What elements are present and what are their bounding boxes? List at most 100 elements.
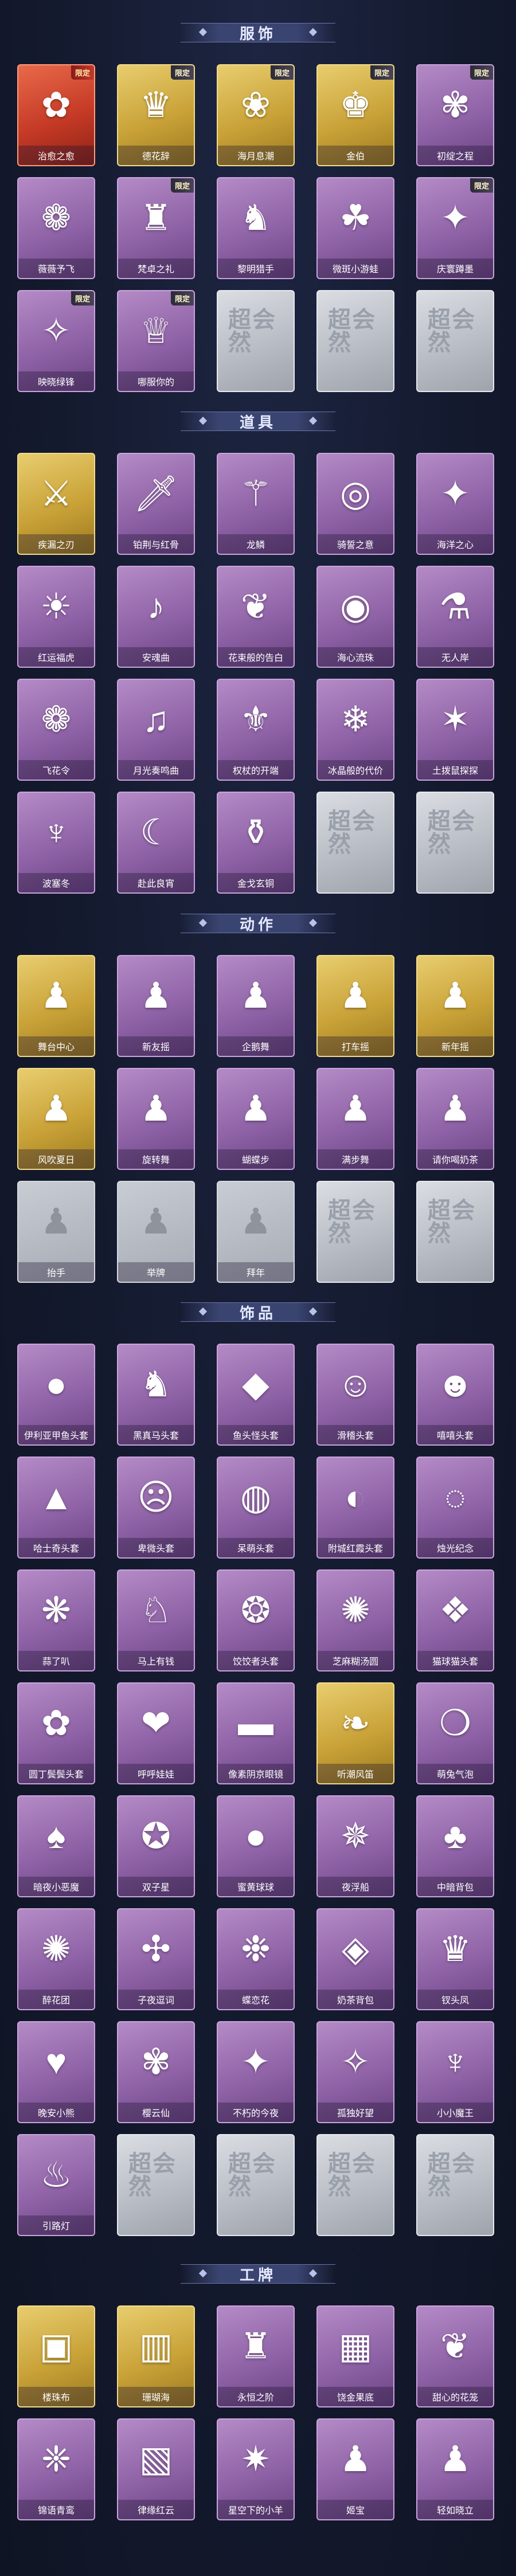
item-card[interactable]: ✵ 夜浮船: [316, 1795, 394, 1897]
item-card[interactable]: ❀ 限定 海月息潮: [217, 64, 295, 166]
item-card[interactable]: ◈ 奶茶背包: [316, 1908, 394, 2010]
item-card[interactable]: ♟ 风吹夏日: [17, 1068, 95, 1170]
item-card[interactable]: ❁ 薇薇予飞: [17, 177, 95, 279]
item-card[interactable]: ✦ 不朽的今夜: [217, 2021, 295, 2123]
item-card[interactable]: ◉ 海心流珠: [316, 566, 394, 668]
item-card[interactable]: ☘ 微斑小游蛙: [316, 177, 394, 279]
item-card[interactable]: ✺ 醉花团: [17, 1908, 95, 2010]
item-card[interactable]: ♠ 暗夜小恶魔: [17, 1795, 95, 1897]
item-card[interactable]: ♟ 抬手: [17, 1181, 95, 1283]
item-card[interactable]: ✾ 樱云仙: [117, 2021, 195, 2123]
item-card[interactable]: ❦ 甜心的花笼: [416, 2305, 494, 2407]
item-card[interactable]: ☀ 红运福虎: [17, 566, 95, 668]
item-card[interactable]: ♘ 马上有钱: [117, 1569, 195, 1671]
item-card[interactable]: ♟ 姬宝: [316, 2418, 394, 2520]
item-card[interactable]: ⚜ 权杖的开端: [217, 679, 295, 781]
locked-slot-card[interactable]: 超会然: [416, 2134, 494, 2236]
item-card[interactable]: ✾ 限定 初绽之程: [416, 64, 494, 166]
item-card[interactable]: ♟ 打车摇: [316, 955, 394, 1057]
item-card[interactable]: ♆ 小小魔王: [416, 2021, 494, 2123]
item-card[interactable]: ✪ 双子星: [117, 1795, 195, 1897]
item-card[interactable]: ▲ 哈士奇头套: [17, 1457, 95, 1559]
item-card[interactable]: ▣ 楼珠布: [17, 2305, 95, 2407]
item-card[interactable]: ❦ 花束般的告白: [217, 566, 295, 668]
item-card[interactable]: ◍ 呆萌头套: [217, 1457, 295, 1559]
item-card[interactable]: ❂ 饺饺者头套: [217, 1569, 295, 1671]
item-card[interactable]: ✶ 土拨鼠探探: [416, 679, 494, 781]
locked-slot-card[interactable]: 超会然: [316, 290, 394, 392]
item-card[interactable]: ⚚ 龙鳞: [217, 453, 295, 555]
item-card[interactable]: ❉ 蝶恋花: [217, 1908, 295, 2010]
locked-slot-card[interactable]: 超会然: [416, 290, 494, 392]
item-card[interactable]: ▦ 饶金果底: [316, 2305, 394, 2407]
item-card[interactable]: ⚔ 疾漏之刃: [17, 453, 95, 555]
item-card[interactable]: ♜ 限定 梵卓之礼: [117, 177, 195, 279]
item-card[interactable]: ♨ 引路灯: [17, 2134, 95, 2236]
item-card[interactable]: ● 蜜黄球球: [217, 1795, 295, 1897]
item-card[interactable]: ⚱ 金戈玄铜: [217, 792, 295, 894]
item-card[interactable]: ✣ 子夜逗词: [117, 1908, 195, 2010]
locked-slot-card[interactable]: 超会然: [316, 1181, 394, 1283]
item-card[interactable]: ❄ 冰晶般的代价: [316, 679, 394, 781]
item-card[interactable]: ♟ 蝴蝶步: [217, 1068, 295, 1170]
item-card[interactable]: ♟ 旋转舞: [117, 1068, 195, 1170]
item-card[interactable]: ◐ 附城红霞头套: [316, 1457, 394, 1559]
item-card[interactable]: ▬ 像素阴京眼镜: [217, 1682, 295, 1784]
item-card[interactable]: 🗡 铂荆与红骨: [117, 453, 195, 555]
item-card[interactable]: ♟ 企鹅舞: [217, 955, 295, 1057]
item-card[interactable]: ◎ 骑誓之意: [316, 453, 394, 555]
item-card[interactable]: ❈ 锦语青鸾: [17, 2418, 95, 2520]
item-card[interactable]: ✦ 限定 庆寰蹲墨: [416, 177, 494, 279]
item-card[interactable]: ✦ 海洋之心: [416, 453, 494, 555]
item-card[interactable]: ☾ 赴此良宵: [117, 792, 195, 894]
item-card[interactable]: ❁ 飞花令: [17, 679, 95, 781]
locked-slot-card[interactable]: 超会然: [316, 792, 394, 894]
item-card[interactable]: ◌ 烛光纪念: [416, 1457, 494, 1559]
item-card[interactable]: ♟ 轻如晓立: [416, 2418, 494, 2520]
item-card[interactable]: ❋ 蒜了叭: [17, 1569, 95, 1671]
item-card[interactable]: ✷ 星空下的小羊: [217, 2418, 295, 2520]
item-card[interactable]: ▧ 律缘红云: [117, 2418, 195, 2520]
locked-slot-card[interactable]: 超会然: [416, 1181, 494, 1283]
item-card[interactable]: ♟ 满步舞: [316, 1068, 394, 1170]
item-card[interactable]: ♞ 黎明猎手: [217, 177, 295, 279]
item-card[interactable]: ♆ 波塞冬: [17, 792, 95, 894]
item-card[interactable]: ☻ 嘻嘻头套: [416, 1344, 494, 1446]
locked-slot-card[interactable]: 超会然: [117, 2134, 195, 2236]
locked-slot-card[interactable]: 超会然: [416, 792, 494, 894]
item-card[interactable]: ♚ 限定 金伯: [316, 64, 394, 166]
item-card[interactable]: ✿ 限定 治愈之愈: [17, 64, 95, 166]
item-card[interactable]: ❧ 听潮风笛: [316, 1682, 394, 1784]
item-card[interactable]: ♛ 钗头凤: [416, 1908, 494, 2010]
item-card[interactable]: ☺ 滑稽头套: [316, 1344, 394, 1446]
item-card[interactable]: ◆ 鱼头怪头套: [217, 1344, 295, 1446]
item-card[interactable]: ♟ 拜年: [217, 1181, 295, 1283]
item-card[interactable]: ♕ 限定 哪服你的: [117, 290, 195, 392]
locked-slot-card[interactable]: 超会然: [217, 290, 295, 392]
item-card[interactable]: ♞ 黑真马头套: [117, 1344, 195, 1446]
item-card[interactable]: ● 伊利亚甲鱼头套: [17, 1344, 95, 1446]
item-card[interactable]: ♛ 限定 德花辞: [117, 64, 195, 166]
item-card[interactable]: ♪ 安魂曲: [117, 566, 195, 668]
item-card[interactable]: ♟ 舞台中心: [17, 955, 95, 1057]
item-card[interactable]: ✧ 限定 映晓绿锋: [17, 290, 95, 392]
item-card[interactable]: ❤ 呼呼娃娃: [117, 1682, 195, 1784]
locked-slot-card[interactable]: 超会然: [316, 2134, 394, 2236]
item-card[interactable]: ♟ 请你喝奶茶: [416, 1068, 494, 1170]
item-card[interactable]: ♜ 永恒之阶: [217, 2305, 295, 2407]
item-card[interactable]: ☹ 卑微头套: [117, 1457, 195, 1559]
item-card[interactable]: ✧ 孤独好望: [316, 2021, 394, 2123]
item-card[interactable]: ♟ 新友摇: [117, 955, 195, 1057]
item-card[interactable]: ▥ 珊瑚海: [117, 2305, 195, 2407]
item-card[interactable]: ♣ 中暗背包: [416, 1795, 494, 1897]
item-card[interactable]: ✺ 芝麻糊汤圆: [316, 1569, 394, 1671]
item-card[interactable]: ✿ 圆丁鬓鬓头套: [17, 1682, 95, 1784]
item-card[interactable]: ♫ 月光奏鸣曲: [117, 679, 195, 781]
locked-slot-card[interactable]: 超会然: [217, 2134, 295, 2236]
item-card[interactable]: ♟ 举牌: [117, 1181, 195, 1283]
item-card[interactable]: ♟ 新年摇: [416, 955, 494, 1057]
item-card[interactable]: ❖ 猫球猫头套: [416, 1569, 494, 1671]
item-card[interactable]: ⚗ 无人岸: [416, 566, 494, 668]
item-card[interactable]: ♥ 晚安小熊: [17, 2021, 95, 2123]
item-card[interactable]: ❍ 萌兔气泡: [416, 1682, 494, 1784]
